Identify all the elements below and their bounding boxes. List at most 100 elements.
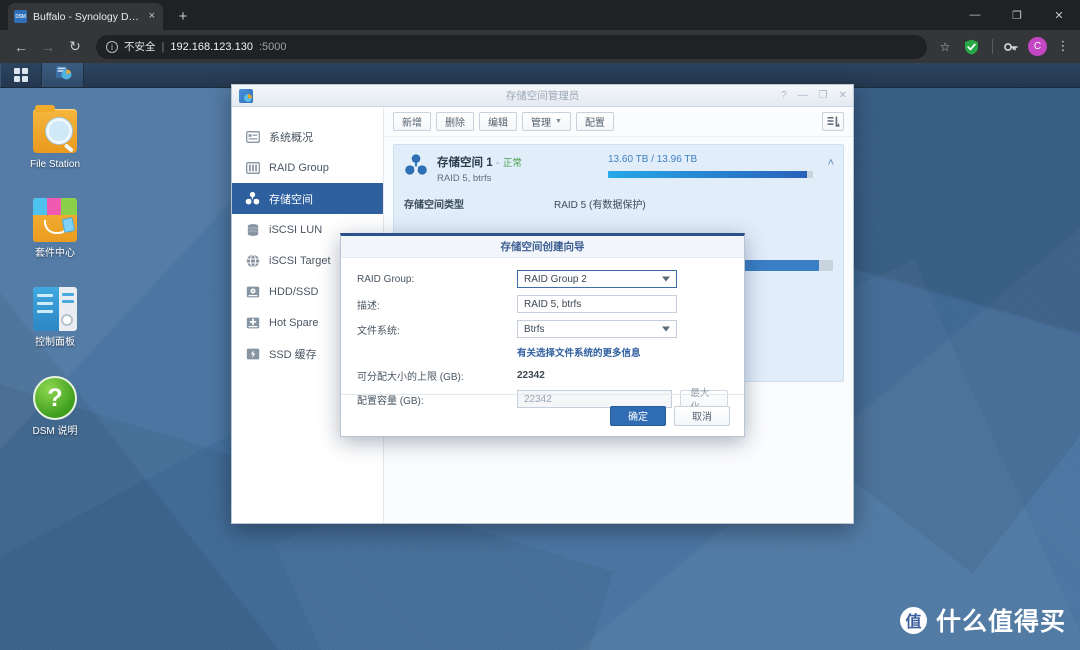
cancel-button[interactable]: 取消	[674, 405, 730, 426]
pool-capacity-label: 13.60 TB / 13.96 TB	[608, 154, 698, 165]
apps-grid-icon	[14, 68, 28, 82]
raid-group-value: RAID Group 2	[524, 273, 587, 285]
filesystem-value: Btrfs	[524, 323, 545, 335]
chevron-up-icon[interactable]: ˄	[828, 157, 834, 169]
desktop-icon-file-station[interactable]: File Station	[20, 105, 90, 171]
sidebar-item-label: 存储空间	[269, 193, 313, 206]
filesystem-info-link[interactable]: 有关选择文件系统的更多信息	[517, 345, 728, 359]
browser-window-controls: — ❐ ✕	[954, 0, 1080, 30]
minimize-window-button[interactable]: —	[954, 0, 996, 30]
lun-icon	[245, 222, 260, 237]
delete-button[interactable]: 删除	[436, 112, 474, 131]
desktop-icon-label: File Station	[29, 159, 81, 170]
address-bar[interactable]: i 不安全 | 192.168.123.130 :5000	[96, 34, 927, 59]
ok-button[interactable]: 确定	[610, 405, 666, 426]
create-button[interactable]: 新增	[393, 112, 431, 131]
pool-name-label: 存储空间	[437, 157, 483, 169]
forward-button: →	[41, 38, 55, 55]
desktop-icon-package-center[interactable]: 套件中心	[20, 198, 90, 260]
desktop-icons: File Station 套件中心 控制面板 ? DSM 说明	[20, 105, 90, 465]
description-label: 描述:	[357, 300, 380, 312]
pool-usage-bar	[608, 171, 813, 178]
sidebar-item-label: iSCSI LUN	[269, 223, 323, 236]
filesystem-row: 文件系统: Btrfs	[357, 320, 728, 338]
reload-button[interactable]: ↻	[63, 35, 87, 59]
storage-volume-icon	[245, 191, 260, 206]
sidebar-item-label: Hot Spare	[269, 316, 319, 329]
sidebar-item-storage-volume[interactable]: 存储空间	[232, 183, 383, 214]
browser-tab[interactable]: DSM Buffalo - Synology DiskStation ×	[8, 3, 163, 30]
help-icon: ?	[33, 376, 77, 420]
button-label: 管理	[531, 118, 551, 129]
maximize-button[interactable]: ❐	[819, 90, 828, 101]
package-center-icon	[33, 198, 77, 242]
browser-menu-icon[interactable]: ⋮	[1055, 39, 1071, 53]
disk-icon	[245, 284, 260, 299]
desktop-icon-dsm-help[interactable]: ? DSM 说明	[20, 376, 90, 438]
storage-volume-icon	[404, 153, 428, 177]
sidebar-item-label: HDD/SSD	[269, 285, 319, 298]
description-value: RAID 5, btrfs	[524, 298, 582, 310]
url-host: 192.168.123.130	[170, 40, 253, 53]
dialog-title: 存储空间创建向导	[341, 236, 744, 258]
close-button[interactable]: ✕	[839, 90, 847, 101]
status-badge: 正常	[502, 158, 522, 169]
url-port: :5000	[258, 40, 287, 53]
omnibox-separator: |	[161, 40, 165, 53]
max-allocatable-label: 可分配大小的上限 (GB):	[357, 372, 464, 383]
description-input[interactable]: RAID 5, btrfs	[517, 295, 677, 313]
storage-manager-titlebar[interactable]: 存储空间管理员 ? — ❐ ✕	[232, 85, 853, 107]
close-window-button[interactable]: ✕	[1038, 0, 1080, 30]
taskbar-apps-button[interactable]	[0, 63, 42, 87]
max-allocatable-value: 22342	[517, 370, 545, 381]
watermark: 值 什么值得买	[899, 602, 1066, 638]
back-button[interactable]: ←	[9, 35, 33, 59]
new-tab-button[interactable]: +	[170, 3, 196, 29]
filesystem-select[interactable]: Btrfs	[517, 320, 677, 338]
target-globe-icon	[245, 253, 260, 268]
pool-detail-row: 存储空间类型 RAID 5 (有数据保护)	[404, 196, 833, 211]
taskbar-storage-manager-button[interactable]	[42, 63, 84, 87]
raid-group-icon	[245, 160, 260, 175]
configure-button[interactable]: 配置	[575, 112, 614, 131]
button-label: 编辑	[488, 118, 508, 129]
button-label: 删除	[445, 118, 465, 129]
shield-extension-icon[interactable]	[963, 38, 980, 55]
raid-group-label: RAID Group:	[357, 273, 415, 285]
edit-button[interactable]: 编辑	[479, 112, 517, 131]
raid-group-row: RAID Group: RAID Group 2	[357, 270, 728, 288]
watermark-text: 什么值得买	[935, 607, 1066, 636]
desktop-icon-control-panel[interactable]: 控制面板	[20, 287, 90, 349]
pool-separator: -	[495, 157, 500, 169]
ssd-cache-icon	[245, 346, 260, 361]
desktop-icon-label: DSM 说明	[32, 426, 78, 437]
help-button[interactable]: ?	[781, 90, 787, 101]
watermark-logo: 值	[899, 606, 927, 634]
list-view-icon	[827, 116, 840, 127]
raid-group-select[interactable]: RAID Group 2	[517, 270, 677, 288]
dialog-footer: 确定 取消	[341, 394, 744, 436]
maximize-window-button[interactable]: ❐	[996, 0, 1038, 30]
sidebar-item-raid-group[interactable]: RAID Group	[232, 152, 383, 183]
profile-avatar[interactable]: C	[1028, 37, 1047, 56]
password-key-icon[interactable]	[1001, 37, 1020, 56]
minimize-button[interactable]: —	[798, 90, 808, 101]
tab-favicon-icon: DSM	[14, 10, 27, 23]
chevron-down-icon	[662, 326, 670, 332]
chevron-down-icon: ▼	[555, 118, 562, 125]
control-panel-icon	[33, 287, 77, 331]
tab-close-icon[interactable]: ×	[147, 11, 157, 22]
pool-detail-value: RAID 5 (有数据保护)	[554, 200, 646, 211]
site-info-icon[interactable]: i	[106, 40, 118, 53]
chevron-down-icon	[662, 276, 670, 282]
create-volume-wizard-dialog: 存储空间创建向导 RAID Group: RAID Group 2 描述: RA…	[340, 233, 745, 437]
folder-search-icon	[33, 105, 77, 153]
desktop-icon-label: 控制面板	[35, 337, 75, 348]
sidebar-item-overview[interactable]: 系统概况	[232, 121, 383, 152]
bookmark-star-icon[interactable]: ☆	[934, 40, 956, 54]
max-allocatable-row: 可分配大小的上限 (GB): 22342	[357, 368, 728, 383]
list-view-button[interactable]	[822, 112, 844, 131]
pool-detail-key: 存储空间类型	[404, 200, 464, 211]
dsm-desktop: File Station 套件中心 控制面板 ? DSM 说明 存储空间管理员 …	[0, 63, 1080, 650]
manage-button[interactable]: 管理 ▼	[522, 112, 571, 131]
